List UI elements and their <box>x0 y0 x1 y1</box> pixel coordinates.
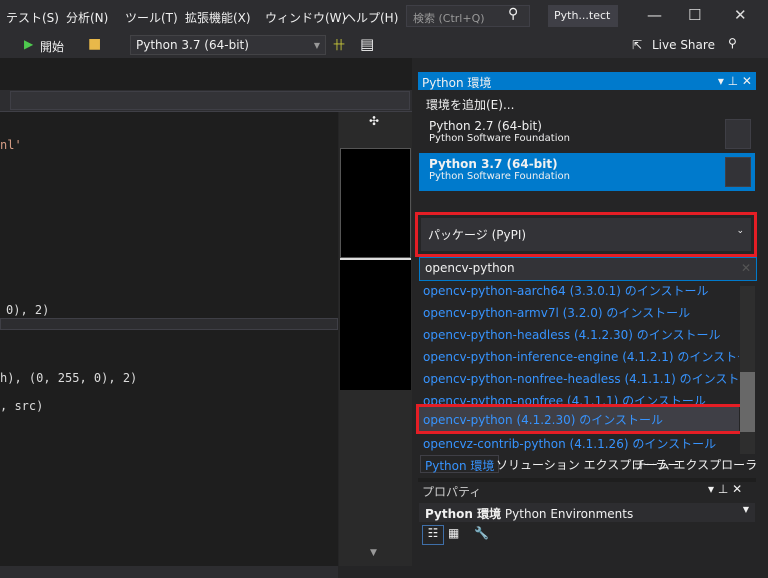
menu-extensions[interactable]: 拡張機能(X) <box>185 9 251 26</box>
tab-team-explorer[interactable]: チーム エクスプローラー <box>634 455 768 489</box>
panel-header: Python 環境 ▾ ⊥ ✕ <box>418 72 756 90</box>
panel-controls-icon[interactable]: ▾ ⊥ ✕ <box>708 482 742 496</box>
package-item[interactable]: opencvz-contrib-python (4.1.1.26) のインストー… <box>423 435 716 452</box>
view-select-highlight: パッケージ (PyPI) ⌄ <box>415 212 757 257</box>
document-well <box>0 58 412 90</box>
project-title: Pyth...tect <box>548 5 618 27</box>
minimap-view[interactable] <box>340 258 411 390</box>
split-bar[interactable] <box>0 318 338 330</box>
attach-icon[interactable]: ■ <box>88 36 101 52</box>
package-item[interactable]: opencv-python-armv7l (3.2.0) のインストール <box>423 304 690 321</box>
package-item[interactable]: opencv-python-headless (4.1.2.30) のインストー… <box>423 326 721 343</box>
code-line: , src) <box>0 399 44 413</box>
wrench-icon[interactable]: 🔧 <box>474 526 489 540</box>
console-icon[interactable] <box>725 157 751 187</box>
navigation-bar[interactable] <box>0 90 412 112</box>
view-select-value: パッケージ (PyPI) <box>428 228 527 242</box>
panel-title: Python 環境 <box>422 76 492 90</box>
menu-help[interactable]: ヘルプ(H) <box>344 9 398 26</box>
minimize-button[interactable]: — <box>647 6 662 24</box>
package-icon[interactable]: 卄 <box>333 36 345 53</box>
search-placeholder: 検索 (Ctrl+Q) <box>413 12 485 25</box>
view-select[interactable]: パッケージ (PyPI) ⌄ <box>421 218 751 251</box>
object-select[interactable]: Python 環境 Python Environments ▼ <box>419 503 755 522</box>
scroll-down-icon[interactable]: ▼ <box>370 548 377 558</box>
menu-tools[interactable]: ツール(T) <box>125 9 178 26</box>
panel-controls-icon[interactable]: ▾ ⊥ ✕ <box>718 74 752 88</box>
package-item[interactable]: opencv-python-inference-engine (4.1.2.1)… <box>423 348 739 365</box>
live-share-button[interactable]: Live Share <box>652 38 715 52</box>
add-environment-link[interactable]: 環境を追加(E)... <box>426 96 514 113</box>
environment-select[interactable]: Python 3.7 (64-bit) ▼ <box>130 35 326 55</box>
play-icon[interactable]: ▶ <box>24 37 33 51</box>
tab-python-environments[interactable]: Python 環境 <box>420 455 500 473</box>
env-vendor: Python Software Foundation <box>429 171 570 182</box>
package-item[interactable]: opencv-python-aarch64 (3.3.0.1) のインストール <box>423 283 709 299</box>
env-item[interactable]: Python 2.7 (64-bit) Python Software Found… <box>419 115 755 153</box>
code-line: h), (0, 255, 0), 2) <box>0 371 138 385</box>
horizontal-scrollbar[interactable] <box>0 566 338 578</box>
layout-icon[interactable]: ▤ <box>360 35 374 53</box>
split-icon[interactable]: ✣ <box>369 114 379 128</box>
code-line: 0), 2) <box>6 303 50 317</box>
object-type: Python Environments <box>504 507 634 521</box>
environment-select-value: Python 3.7 (64-bit) <box>136 38 249 52</box>
env-name: Python 2.7 (64-bit) <box>429 119 542 133</box>
properties-title: プロパティ <box>422 485 482 499</box>
env-item-selected[interactable]: Python 3.7 (64-bit) Python Software Found… <box>419 153 755 191</box>
package-search-input[interactable]: opencv-python ✕ <box>419 257 757 281</box>
minimap-view[interactable] <box>340 148 411 258</box>
highlight-box <box>416 404 743 434</box>
vertical-scrollbar[interactable] <box>740 286 755 454</box>
menu-window[interactable]: ウィンドウ(W) <box>265 9 346 26</box>
code-line: nl' <box>0 138 22 152</box>
clear-icon[interactable]: ✕ <box>741 261 751 275</box>
package-item[interactable]: opencv-python-nonfree-headless (4.1.1.1)… <box>423 370 739 387</box>
search-value: opencv-python <box>425 261 515 275</box>
maximize-button[interactable]: ☐ <box>688 6 701 24</box>
env-name: Python 3.7 (64-bit) <box>429 157 558 171</box>
live-share-icon[interactable]: ⇱ <box>632 38 642 52</box>
search-icon[interactable]: ⚲ <box>508 6 518 22</box>
env-vendor: Python Software Foundation <box>429 133 570 144</box>
menu-analyze[interactable]: 分析(N) <box>66 9 108 26</box>
console-icon[interactable] <box>725 119 751 149</box>
code-editor[interactable] <box>0 112 338 566</box>
start-button[interactable]: 開始 <box>40 38 64 55</box>
object-name: Python 環境 <box>425 507 502 521</box>
feedback-icon[interactable]: ⚲ <box>728 36 737 50</box>
close-button[interactable]: ✕ <box>734 6 747 24</box>
property-pages-icon[interactable]: ▦ <box>448 526 459 540</box>
menu-test[interactable]: テスト(S) <box>6 9 59 26</box>
categorized-icon[interactable]: ☷ <box>422 525 444 545</box>
